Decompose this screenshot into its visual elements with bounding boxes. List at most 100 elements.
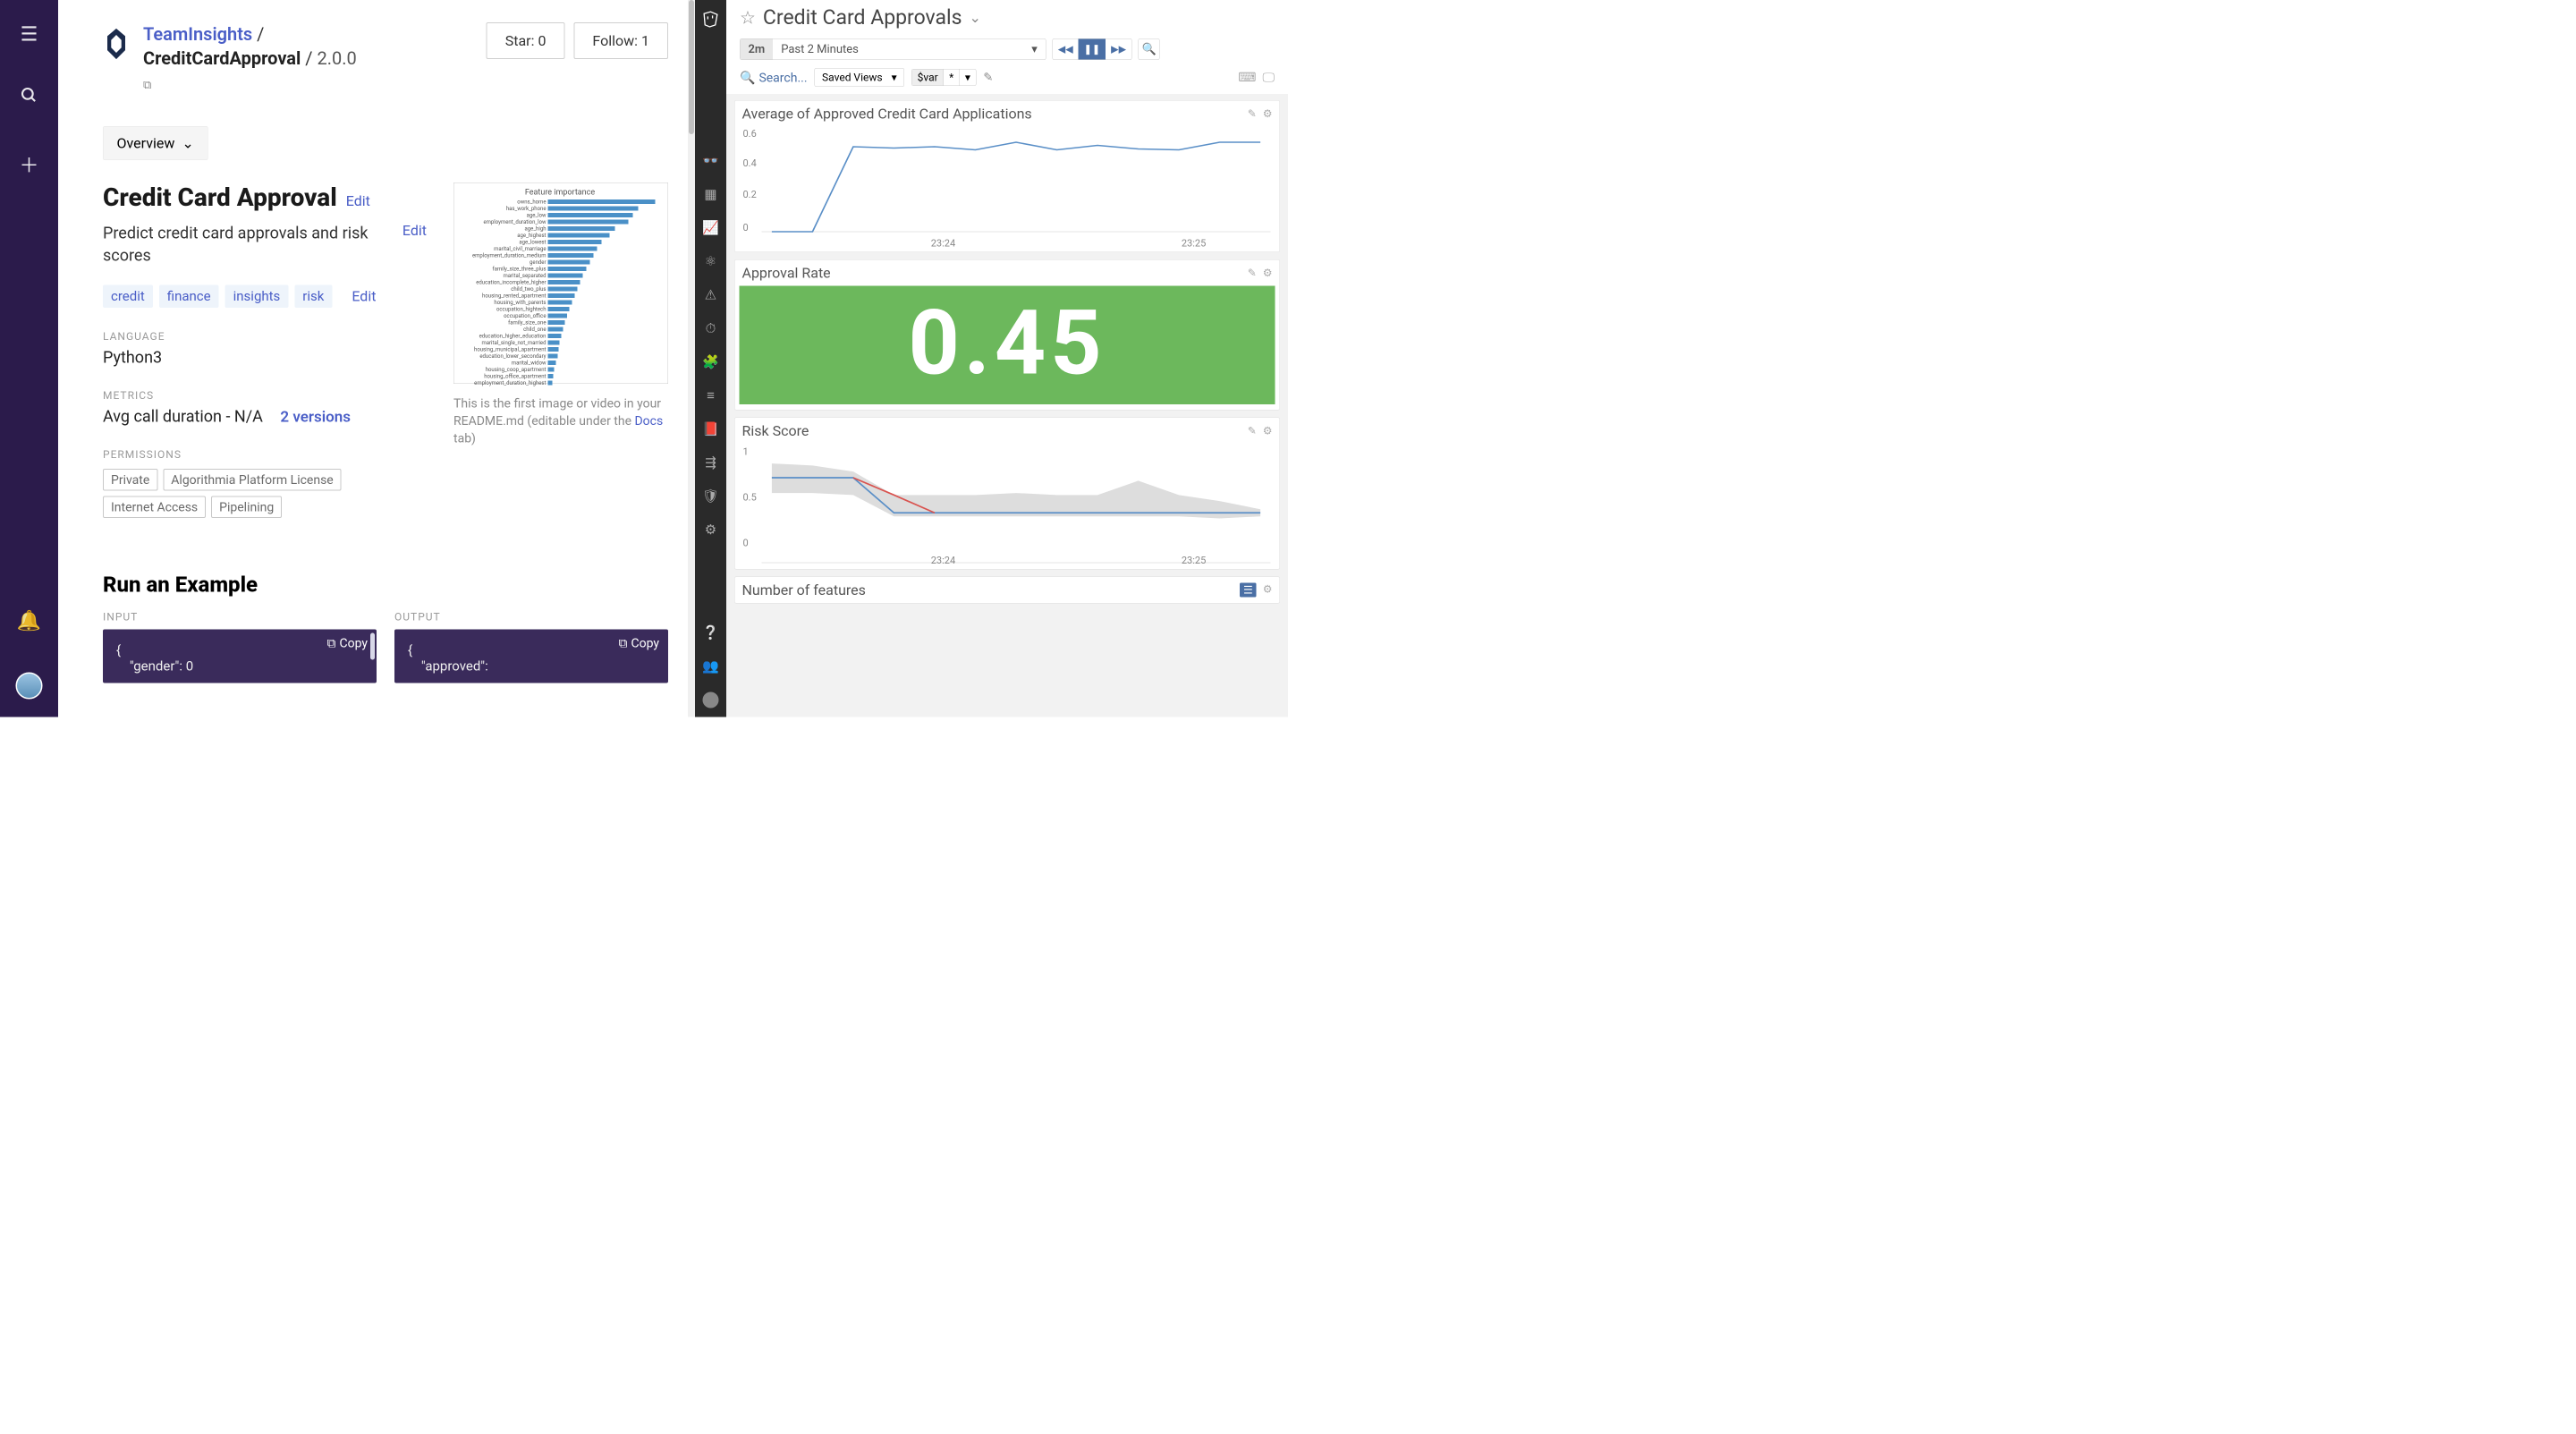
saved-views-dropdown[interactable]: Saved Views▾ [815, 68, 905, 87]
feature-importance-chart: Feature importance owns_homehas_work_pho… [453, 182, 668, 384]
input-code[interactable]: ⧉ Copy { "gender": 0 [103, 629, 377, 683]
time-short: 2m [741, 39, 774, 60]
edit-tags-link[interactable]: Edit [352, 288, 376, 305]
menu-icon[interactable]: ☰ [21, 22, 38, 46]
shield-icon[interactable]: 🛡 [702, 488, 719, 505]
playback-controls: ◀◀ ❚❚ ▶▶ [1052, 38, 1131, 60]
permission-badge: Internet Access [103, 496, 206, 518]
docs-link[interactable]: Docs [634, 413, 663, 429]
language-label: LANGUAGE [103, 330, 427, 343]
permission-badge: Pipelining [211, 496, 282, 518]
widget-title: Risk Score [742, 422, 809, 439]
gear-icon[interactable]: ⚙ [1263, 267, 1273, 279]
keyboard-icon[interactable]: ⌨ [1238, 70, 1256, 85]
tag[interactable]: risk [294, 284, 332, 308]
versions-link[interactable]: 2 versions [280, 408, 351, 426]
avg-approved-widget: Average of Approved Credit Card Applicat… [734, 100, 1280, 252]
rewind-button[interactable]: ◀◀ [1053, 39, 1079, 60]
feature-bars: owns_homehas_work_phoneage_lowemployment… [457, 199, 664, 386]
permission-badge: Algorithmia Platform License [163, 469, 341, 491]
scrollbar[interactable] [688, 0, 695, 717]
breadcrumb: TeamInsights / CreditCardApproval / 2.0.… [143, 22, 357, 95]
puzzle-icon[interactable]: 🧩 [702, 354, 719, 370]
dashboard-title[interactable]: Credit Card Approvals [763, 5, 962, 30]
algo-version: 2.0.0 [317, 48, 356, 70]
nodes-icon[interactable]: ⚛ [705, 254, 716, 270]
language-value: Python3 [103, 348, 427, 367]
code-scrollbar[interactable] [370, 632, 375, 659]
output-code: ⧉ Copy { "approved": [394, 629, 668, 683]
gear-icon[interactable]: ⚙ [1263, 107, 1273, 120]
edit-title-link[interactable]: Edit [346, 192, 370, 209]
book-icon[interactable]: 📕 [702, 421, 719, 437]
metrics-icon[interactable]: 📈 [702, 220, 719, 236]
pause-button[interactable]: ❚❚ [1079, 39, 1106, 60]
time-range-picker[interactable]: 2m Past 2 Minutes ▾ [740, 38, 1046, 60]
overview-dropdown[interactable]: Overview ⌄ [103, 126, 208, 160]
num-features-widget: Number of features ☰⚙ [734, 577, 1280, 604]
dd-avatar[interactable] [703, 692, 719, 709]
copy-output-button[interactable]: ⧉ Copy [618, 635, 659, 650]
bell-icon[interactable]: 🔔 [17, 609, 41, 632]
edit-widget-icon[interactable]: ✎ [1248, 267, 1257, 279]
gear-icon[interactable]: ⚙ [1263, 583, 1273, 598]
team-icon[interactable]: 👥 [702, 658, 719, 675]
tag-row: credit finance insights risk Edit [103, 284, 427, 308]
permissions-label: PERMISSIONS [103, 448, 427, 461]
help-icon[interactable]: ❔ [702, 625, 719, 641]
star-icon[interactable]: ☆ [740, 7, 756, 29]
risk-chart[interactable]: 1 0.5 0 23:24 23:25 [735, 444, 1280, 569]
chevron-down-icon[interactable]: ⌄ [970, 9, 981, 26]
datadog-panel: 👓 ▦ 📈 ⚛ ⚠ ⏱ 🧩 ≡ 📕 ⇶ 🛡 ⚙ ❔ 👥 ☆ Credit Car… [695, 0, 1288, 717]
algo-name: CreditCardApproval [143, 48, 301, 70]
time-label: Past 2 Minutes [773, 39, 1023, 60]
chart-title: Feature importance [457, 188, 664, 198]
metrics-label: METRICS [103, 389, 427, 402]
chevron-down-icon: ⌄ [182, 135, 193, 152]
time-dropdown-icon[interactable]: ▾ [1023, 39, 1046, 60]
zoom-button[interactable]: 🔍 [1139, 38, 1160, 60]
app-sidebar: ☰ ＋ 🔔 [0, 0, 58, 717]
dashboards-icon[interactable]: ▦ [704, 187, 716, 203]
plus-icon[interactable]: ＋ [20, 149, 39, 178]
edit-desc-link[interactable]: Edit [402, 222, 427, 239]
datadog-logo-icon[interactable] [701, 9, 720, 28]
output-label: OUTPUT [394, 610, 668, 623]
metrics-value: Avg call duration - N/A 2 versions [103, 407, 427, 426]
gauge-icon[interactable]: ⏱ [706, 321, 716, 337]
display-icon[interactable]: 🖵 [1263, 70, 1275, 85]
binoculars-icon[interactable]: 👓 [702, 153, 719, 169]
edit-widget-icon[interactable]: ✎ [1248, 425, 1257, 437]
search-link[interactable]: 🔍 Search... [740, 70, 808, 85]
flow-icon[interactable]: ⇶ [705, 455, 716, 471]
permissions-row: Private Algorithmia Platform License Int… [103, 469, 427, 518]
edit-widget-icon[interactable]: ✎ [1248, 107, 1257, 120]
user-avatar[interactable] [16, 673, 43, 700]
template-variable[interactable]: $var*▾ [911, 69, 976, 86]
star-button[interactable]: Star: 0 [487, 22, 565, 59]
org-link[interactable]: TeamInsights [143, 24, 252, 46]
copy-path-icon[interactable]: ⧉ [143, 78, 151, 94]
gear-icon[interactable]: ⚙ [1263, 425, 1273, 437]
chart-caption: This is the first image or video in your… [453, 395, 668, 447]
approval-rate-widget: Approval Rate ✎ ⚙ 0.45 [734, 259, 1280, 411]
widget-title: Approval Rate [742, 265, 831, 282]
list-view-icon[interactable]: ☰ [1240, 583, 1257, 598]
tag[interactable]: credit [103, 284, 153, 308]
tag[interactable]: insights [225, 284, 289, 308]
alert-icon[interactable]: ⚠ [705, 287, 716, 303]
page-title: Credit Card Approval [103, 182, 337, 212]
line-chart[interactable]: 0.6 0.4 0.2 0 23:24 23:25 [735, 127, 1280, 252]
list-icon[interactable]: ≡ [707, 388, 715, 404]
approval-rate-value: 0.45 [740, 286, 1275, 405]
algorithmia-logo-icon [103, 26, 130, 62]
search-icon[interactable] [21, 86, 38, 109]
widget-title: Average of Approved Credit Card Applicat… [742, 106, 1032, 123]
breadcrumb-sep: / [257, 24, 264, 46]
tag[interactable]: finance [159, 284, 219, 308]
gear-icon[interactable]: ⚙ [705, 522, 716, 539]
follow-button[interactable]: Follow: 1 [573, 22, 668, 59]
copy-input-button[interactable]: ⧉ Copy [326, 635, 368, 650]
forward-button[interactable]: ▶▶ [1106, 39, 1131, 60]
edit-vars-icon[interactable]: ✎ [983, 71, 993, 84]
